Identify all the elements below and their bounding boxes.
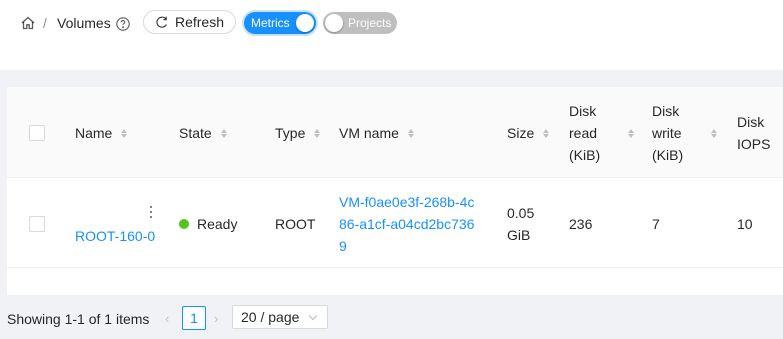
top-bar: / Volumes Refresh Metrics Projects (0, 0, 783, 70)
column-header-type[interactable]: Type (275, 122, 321, 144)
volumes-table: Name State Type VM name Size Disk read (… (7, 87, 783, 295)
column-header-state[interactable]: State (179, 122, 227, 144)
projects-toggle[interactable]: Projects (323, 12, 397, 34)
column-header-name[interactable]: Name (75, 122, 128, 144)
page-size-value: 20 / page (241, 309, 300, 325)
column-header-disk-write[interactable]: Disk write (KiB) (652, 100, 717, 166)
sort-icon[interactable] (314, 128, 321, 138)
column-header-vm-name[interactable]: VM name (339, 122, 414, 144)
state-text: Ready (197, 216, 238, 232)
sort-icon[interactable] (121, 128, 128, 138)
chevron-right-icon[interactable]: › (214, 311, 218, 326)
disk-read-cell: 236 (569, 216, 593, 232)
help-icon[interactable] (116, 17, 130, 31)
vm-name-link[interactable]: VM-f0ae0e3f-268b-4c86-a1cf-a04cd2bc7369 (339, 191, 479, 257)
home-icon[interactable] (20, 15, 36, 31)
toggle-knob (296, 14, 314, 32)
page-button[interactable]: 1 (182, 306, 206, 330)
status-dot (179, 219, 189, 230)
volume-name-link[interactable]: ROOT-160-0 (75, 225, 155, 247)
toggle-knob (325, 14, 343, 32)
chevron-left-icon[interactable]: ‹ (165, 311, 169, 326)
refresh-icon (156, 16, 167, 28)
pagination-summary: Showing 1-1 of 1 items (7, 311, 150, 327)
column-header-size[interactable]: Size (507, 122, 550, 144)
column-header-disk-iops[interactable]: Disk IOPS (737, 111, 777, 155)
size-cell: 0.05 GiB (507, 205, 535, 243)
metrics-toggle-label: Metrics (251, 16, 290, 30)
page-size-select[interactable]: 20 / page (232, 305, 328, 329)
refresh-label: Refresh (174, 14, 225, 30)
state-cell: Ready (179, 213, 237, 235)
projects-toggle-label: Projects (348, 16, 392, 30)
sort-icon[interactable] (543, 128, 550, 138)
sort-icon[interactable] (220, 128, 227, 138)
table-header: Name State Type VM name Size Disk read (… (7, 87, 783, 178)
select-all-checkbox[interactable] (29, 125, 45, 141)
disk-iops-cell: 10 (737, 216, 753, 232)
refresh-button[interactable]: Refresh (143, 10, 236, 34)
sort-icon[interactable] (711, 128, 717, 138)
table-row[interactable]: ROOT-160-0 Ready ROOT VM-f0ae0e3f-268b-4… (7, 178, 783, 268)
sort-icon[interactable] (407, 128, 414, 138)
metrics-toggle[interactable]: Metrics (244, 12, 316, 34)
row-checkbox[interactable] (29, 216, 45, 232)
column-header-disk-read[interactable]: Disk read (KiB) (569, 100, 634, 166)
type-cell: ROOT (275, 216, 316, 232)
pagination: Showing 1-1 of 1 items ‹ 1 › 20 / page (0, 295, 783, 339)
disk-write-cell: 7 (652, 216, 660, 232)
more-icon[interactable] (149, 206, 153, 220)
sort-icon[interactable] (628, 128, 634, 138)
breadcrumb-separator: / (43, 15, 47, 31)
page-title: Volumes (57, 15, 111, 31)
chevron-down-icon (308, 315, 318, 321)
